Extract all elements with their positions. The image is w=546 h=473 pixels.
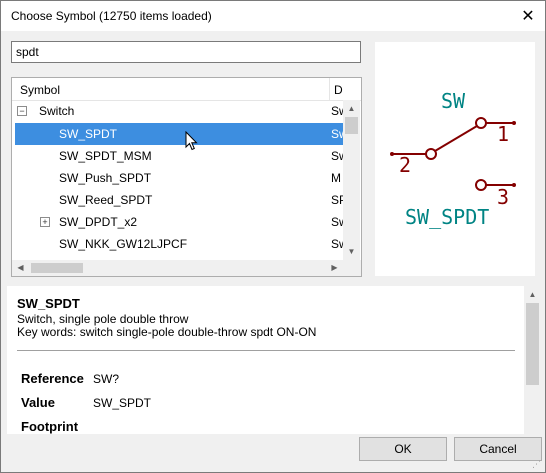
title-bar[interactable]: Choose Symbol (12750 items loaded) ✕	[1, 1, 545, 31]
tree-row-sw-spdt[interactable]: SW_SPDT Sw	[15, 123, 343, 151]
scroll-down-icon[interactable]: ▼	[343, 243, 360, 260]
pin-number-2: 2	[399, 153, 411, 177]
tree-horizontal-scrollbar[interactable]: ◀ ▶	[12, 260, 343, 276]
preview-value: SW_SPDT	[405, 205, 489, 229]
tree-row-desc: Sw	[331, 149, 343, 163]
scroll-right-icon[interactable]: ▶	[326, 260, 343, 276]
pin-1-contact	[475, 117, 487, 129]
symbol-details-panel: SW_SPDT Switch, single pole double throw…	[7, 286, 541, 434]
expand-icon[interactable]: +	[40, 217, 50, 227]
tree-row-desc: Sw	[331, 215, 343, 229]
spdt-switch-symbol: SW 1 2 3 SW_SPDT	[390, 89, 516, 229]
tree-row-sw-spdt-msm[interactable]: SW_SPDT_MSM Sw	[12, 145, 343, 167]
resize-grip-icon[interactable]: ⋰	[532, 459, 542, 469]
pin-3-contact	[475, 179, 487, 191]
tree-header: Symbol D	[12, 78, 361, 101]
details-keywords: Key words: switch single-pole double-thr…	[17, 325, 317, 339]
tree-row-desc: Sw	[331, 104, 343, 118]
pin-number-1: 1	[497, 122, 509, 146]
ok-button[interactable]: OK	[359, 437, 447, 461]
tree-row-label: SW_SPDT	[59, 127, 118, 141]
tree-row-desc: M	[331, 171, 341, 185]
preview-reference: SW	[441, 89, 466, 113]
tree-row-sw-dpdt-x2[interactable]: + SW_DPDT_x2 Sw	[12, 211, 343, 233]
symbol-tree: Symbol D − Switch Sw SW_SPDT Sw SW_SPDT_…	[11, 77, 362, 277]
details-description: Switch, single pole double throw	[17, 312, 189, 326]
field-label-value: Value	[21, 395, 55, 410]
choose-symbol-dialog: Choose Symbol (12750 items loaded) ✕ Sym…	[0, 0, 546, 473]
tree-row-sw-nkk-gw12ljpcf[interactable]: SW_NKK_GW12LJPCF Sw	[12, 233, 343, 255]
pin-2-end	[390, 152, 394, 156]
tree-row-label: SW_DPDT_x2	[59, 215, 138, 229]
pin-2-contact	[425, 148, 437, 160]
tree-row-desc: SP	[331, 193, 343, 207]
tree-row-label: SW_NKK_GW12LJPCF	[59, 237, 188, 251]
tree-row-desc: Sw	[331, 237, 343, 251]
field-value-reference: SW?	[93, 372, 120, 386]
scroll-left-icon[interactable]: ◀	[12, 260, 29, 276]
details-divider	[17, 350, 515, 351]
tree-row-sw-reed-spdt[interactable]: SW_Reed_SPDT SP	[12, 189, 343, 211]
scroll-thumb[interactable]	[526, 303, 539, 385]
tree-vertical-scrollbar[interactable]: ▲ ▼	[343, 100, 360, 260]
scroll-thumb[interactable]	[31, 263, 83, 273]
details-symbol-name: SW_SPDT	[17, 296, 80, 311]
cancel-button[interactable]: Cancel	[454, 437, 542, 461]
tree-row-label: SW_Push_SPDT	[59, 171, 152, 185]
column-header-symbol[interactable]: Symbol	[20, 83, 60, 97]
column-separator[interactable]	[329, 78, 330, 100]
tree-row-label: SW_Reed_SPDT	[59, 193, 153, 207]
pin-3-end	[512, 183, 516, 187]
pin-1-end	[512, 121, 516, 125]
close-icon[interactable]: ✕	[511, 1, 545, 31]
symbol-preview: SW 1 2 3 SW_SPDT	[375, 42, 535, 276]
scroll-up-icon[interactable]: ▲	[343, 100, 360, 117]
details-vertical-scrollbar[interactable]: ▲	[524, 286, 541, 434]
field-label-footprint: Footprint	[21, 419, 79, 434]
pin-number-3: 3	[497, 185, 509, 209]
tree-row-label: SW_SPDT_MSM	[59, 149, 152, 163]
field-value-value: SW_SPDT	[93, 396, 152, 410]
tree-row-label: Switch	[39, 104, 75, 118]
tree-row-switch[interactable]: − Switch Sw	[12, 100, 343, 122]
scroll-thumb[interactable]	[345, 117, 358, 134]
search-field[interactable]	[11, 41, 361, 63]
collapse-icon[interactable]: −	[17, 106, 27, 116]
scroll-up-icon[interactable]: ▲	[524, 286, 541, 303]
scroll-corner	[343, 260, 361, 276]
tree-row-desc: Sw	[331, 127, 343, 141]
tree-row-sw-push-spdt[interactable]: SW_Push_SPDT M	[12, 167, 343, 189]
field-label-reference: Reference	[21, 371, 84, 386]
switch-arm	[434, 125, 478, 152]
column-header-description[interactable]: D	[334, 83, 344, 97]
search-input[interactable]	[16, 44, 346, 60]
window-title: Choose Symbol (12750 items loaded)	[11, 9, 212, 23]
